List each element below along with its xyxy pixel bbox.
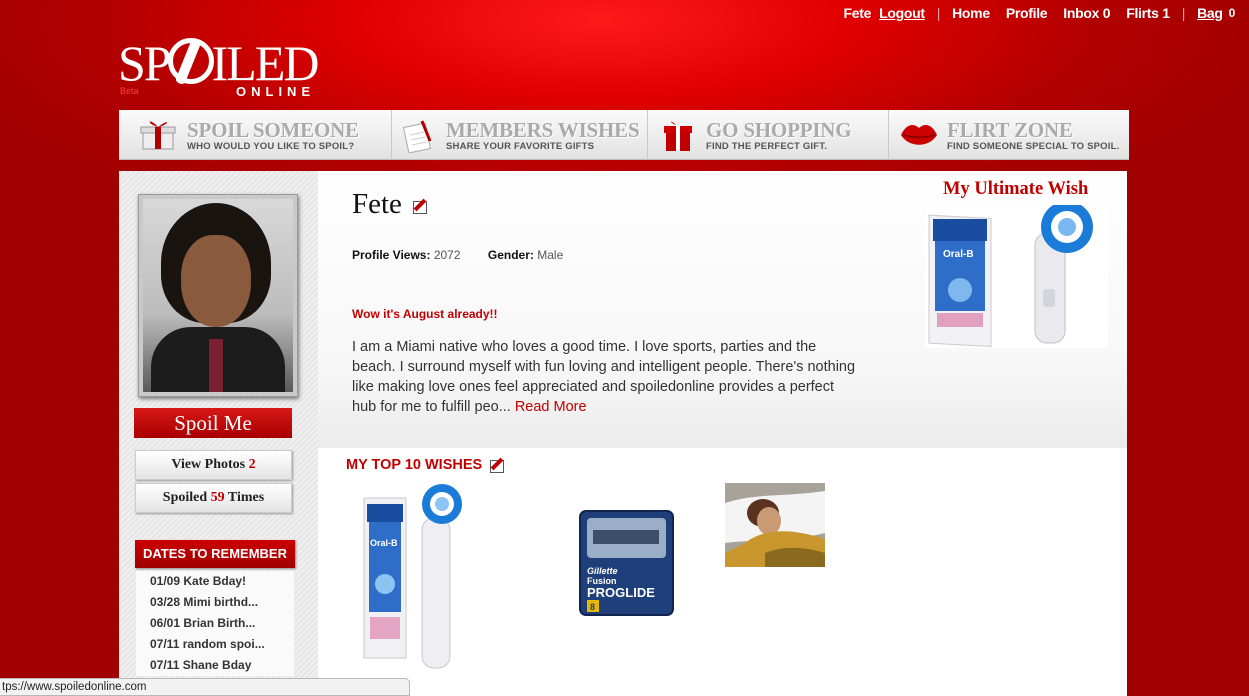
logo-subtitle: ONLINE [236, 84, 316, 99]
nav-subtitle: FIND THE PERFECT GIFT. [706, 140, 828, 152]
ultimate-brand-text: Oral-B [943, 249, 974, 260]
nav-divider: | [936, 5, 941, 21]
date-item[interactable]: 07/11 random spoi... [136, 634, 294, 655]
wish-item-razor[interactable]: Gillette Fusion PROGLIDE 8 [579, 510, 674, 616]
nav-spoil-someone[interactable]: SPOIL SOMEONE WHO WOULD YOU LIKE TO SPOI… [119, 110, 392, 160]
spoiled-count: 59 [210, 490, 225, 505]
spoiled-times-button[interactable]: Spoiled 59 Times [135, 483, 292, 513]
date-item[interactable]: 07/11 Shane Bday [136, 655, 294, 676]
wish-brand-text: Oral-B [370, 538, 398, 548]
left-sidebar: Spoil Me View Photos 2 Spoiled 59 Times … [119, 171, 318, 696]
inbox-link[interactable]: Inbox 0 [1063, 5, 1110, 21]
bag-link[interactable]: Bag [1197, 5, 1223, 21]
flirts-link[interactable]: Flirts 1 [1126, 5, 1170, 21]
views-value: 2072 [433, 248, 461, 262]
nav-members-wishes[interactable]: MEMBERS WISHES SHARE YOUR FAVORITE GIFTS [392, 110, 648, 160]
read-more-link[interactable]: Read More [515, 399, 587, 415]
view-photos-count: 2 [248, 457, 256, 472]
nav-flirt-zone[interactable]: FLIRT ZONE FIND SOMEONE SPECIAL TO SPOIL… [889, 110, 1129, 160]
razor-count: 8 [590, 602, 595, 612]
views-label: Profile Views: [352, 248, 431, 262]
home-link[interactable]: Home [952, 5, 990, 21]
profile-name-row: Fete [352, 188, 429, 221]
profile-stats: Profile Views: 2072 Gender: Male [352, 248, 563, 262]
nav-go-shopping[interactable]: GO SHOPPING FIND THE PERFECT GIFT. [648, 110, 889, 160]
wishlist-icon [396, 115, 440, 155]
razor-line2: PROGLIDE [587, 585, 655, 600]
logo-text-right: ILED [211, 35, 320, 91]
present-icon [656, 115, 700, 155]
nav-subtitle: WHO WOULD YOU LIKE TO SPOIL? [187, 140, 355, 152]
spoil-me-button[interactable]: Spoil Me [134, 408, 292, 438]
top-nav: Fete Logout | Home Profile Inbox 0 Flirt… [844, 4, 1249, 22]
spoiled-suffix: Times [227, 490, 265, 505]
profile-name: Fete [352, 188, 402, 220]
nav-title: FLIRT ZONE [947, 117, 1073, 142]
dates-list: 01/09 Kate Bday! 03/28 Mimi birthd... 06… [136, 571, 294, 676]
nav-title: MEMBERS WISHES [446, 117, 640, 142]
status-message: Wow it's August already!! [352, 307, 498, 321]
edit-icon[interactable] [413, 199, 429, 215]
view-photos-button[interactable]: View Photos 2 [135, 450, 292, 480]
top-wishes-title: MY TOP 10 WISHES [346, 457, 506, 474]
spoiled-label: Spoiled [162, 490, 208, 505]
ultimate-wish-title: My Ultimate Wish [943, 179, 1089, 199]
dates-title: DATES TO REMEMBER [135, 540, 295, 568]
date-item[interactable]: 03/28 Mimi birthd... [136, 592, 294, 613]
edit-icon[interactable] [490, 458, 506, 474]
logo-o-icon [167, 38, 214, 84]
logo-text-left: SP [118, 35, 172, 91]
main-nav: SPOIL SOMEONE WHO WOULD YOU LIKE TO SPOI… [119, 110, 1129, 160]
ultimate-wish-image[interactable]: Oral-B [925, 201, 1108, 348]
razor-brand: Gillette [587, 566, 618, 576]
view-photos-label: View Photos [171, 457, 246, 472]
beta-label: Beta [120, 86, 139, 96]
profile-photo[interactable] [138, 194, 298, 397]
site-logo[interactable]: SP ILED ONLINE Beta [118, 38, 358, 100]
gift-icon [137, 115, 181, 155]
about-body: I am a Miami native who loves a good tim… [352, 339, 856, 415]
date-item[interactable]: 06/01 Brian Birth... [136, 613, 294, 634]
nav-title: SPOIL SOMEONE [187, 117, 359, 142]
wish-item-pillow[interactable] [725, 483, 825, 567]
gender-label: Gender: [487, 248, 534, 262]
date-item[interactable]: 01/09 Kate Bday! [136, 571, 294, 592]
main-content: Spoil Me View Photos 2 Spoiled 59 Times … [119, 171, 1127, 696]
gender-value: Male [537, 248, 564, 262]
profile-link[interactable]: Profile [1006, 5, 1048, 21]
top-wishes-label: MY TOP 10 WISHES [346, 457, 483, 473]
profile-area: Fete Profile Views: 2072 Gender: Male Wo… [318, 171, 1127, 448]
status-bar-url: tps://www.spoiledonline.com [0, 678, 410, 696]
about-text: I am a Miami native who loves a good tim… [352, 337, 862, 417]
nav-title: GO SHOPPING [706, 117, 852, 142]
wish-item-toothbrush[interactable]: Oral-B [360, 482, 468, 676]
bag-count: 0 [1228, 6, 1236, 20]
lips-icon [897, 115, 941, 155]
nav-divider: | [1181, 5, 1186, 21]
nav-subtitle: FIND SOMEONE SPECIAL TO SPOIL. [947, 140, 1120, 152]
username: Fete [843, 5, 872, 21]
nav-subtitle: SHARE YOUR FAVORITE GIFTS [446, 140, 595, 152]
logout-link[interactable]: Logout [879, 5, 925, 21]
